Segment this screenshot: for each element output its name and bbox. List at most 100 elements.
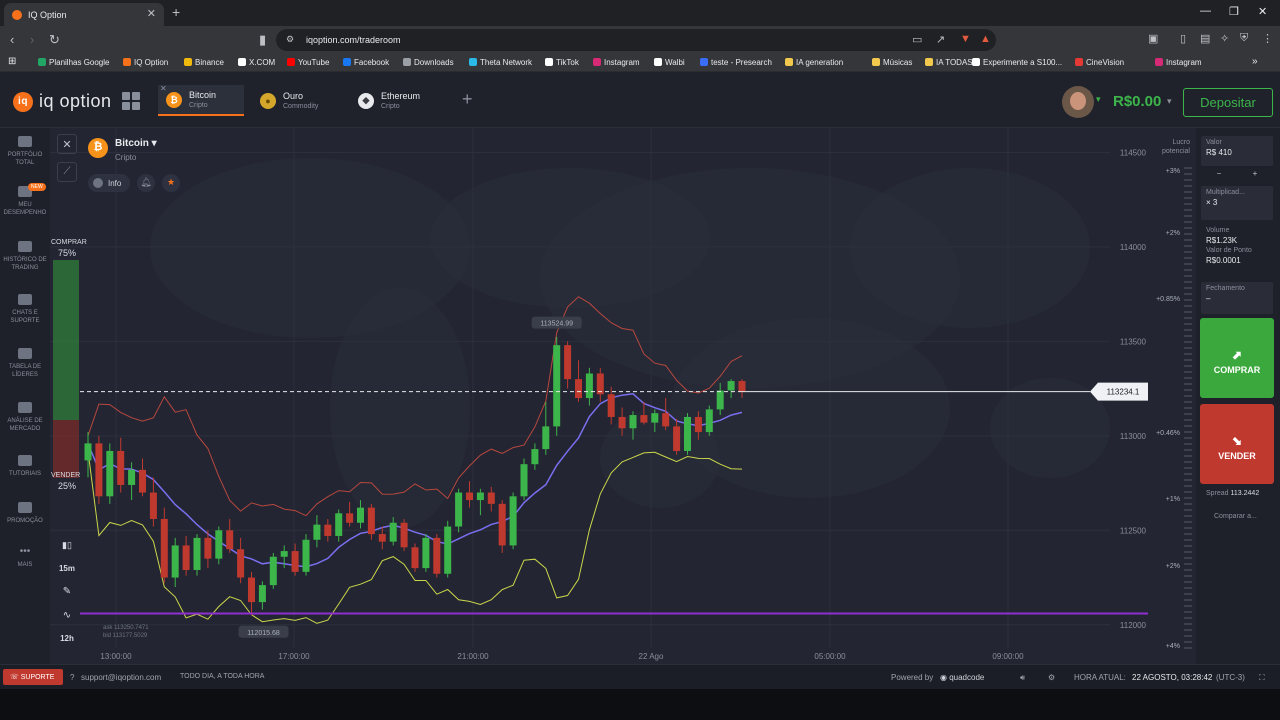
asset-tab-ethereum[interactable]: ◆ Ethereum Cripto (350, 85, 440, 116)
bookmark-label: Facebook (354, 58, 390, 67)
reload-icon[interactable]: ↻ (49, 32, 60, 48)
sidebar-item[interactable]: NEW MEU DESEMPENHO (0, 183, 50, 217)
period-button[interactable]: 12h (57, 634, 77, 643)
sidebar-toggle-icon[interactable]: ▯ (1180, 32, 1186, 45)
candle (662, 413, 670, 427)
sidebar-item[interactable]: TABELA DE LÍDERES (0, 348, 50, 379)
timeframe-button[interactable]: 15m (57, 564, 77, 573)
bookmark-item[interactable]: Instagram (593, 58, 640, 67)
bookmark-item[interactable]: X.COM (238, 58, 275, 67)
bookmark-item[interactable]: YouTube (287, 58, 329, 67)
back-icon[interactable]: ‹ (10, 32, 14, 47)
menu-icon[interactable]: ⋮ (1262, 32, 1273, 45)
url-input[interactable]: ⚙ iqoption.com/traderoom ▭ ↗ ▼ ▲ (276, 29, 996, 51)
tab-close-icon[interactable]: ✕ (147, 7, 156, 20)
bell-icon[interactable]: 🔔︎ (137, 174, 155, 192)
minus-button[interactable]: − (1217, 169, 1222, 179)
window-close-icon[interactable]: ✕ (1258, 5, 1267, 18)
ai-icon[interactable]: ✧ (1220, 32, 1229, 45)
settings-icon[interactable]: ⚙ (1048, 673, 1055, 682)
bookmark-item[interactable]: IA generation (785, 58, 843, 67)
add-asset-button[interactable]: + (462, 89, 473, 110)
plus-button[interactable]: + (1253, 169, 1258, 179)
chart-type-icon[interactable]: ▮▯ (57, 540, 77, 551)
bookmark-icon[interactable]: ▮ (259, 32, 266, 48)
indicator-icon[interactable]: ∿ (57, 610, 77, 621)
sidebar-item[interactable]: ANÁLISE DE MERCADO (0, 402, 50, 433)
apps-grid-icon[interactable]: ⊞ (8, 56, 16, 67)
chart-area[interactable]: 113234.1 113524.99 112015.68 114500 114000 1… (50, 128, 1196, 664)
high-price-label: 113524.99 (540, 321, 573, 328)
sidebar-item[interactable]: CHATS E SUPORTE (0, 294, 50, 325)
share-icon[interactable]: ↗ (936, 33, 945, 46)
price-chart[interactable]: 113234.1 113524.99 112015.68 114500 114000 1… (50, 128, 1196, 664)
maximize-icon[interactable]: ❐ (1229, 5, 1239, 18)
avatar[interactable] (1062, 86, 1094, 118)
asset-tab-bitcoin[interactable]: ✕ ₿ Bitcoin Cripto (158, 84, 244, 116)
url-text: iqoption.com/traderoom (306, 35, 401, 45)
chevron-down-icon[interactable]: ▾ (1096, 94, 1101, 105)
bookmark-item[interactable]: Instagram (1155, 58, 1202, 67)
sidebar-item[interactable]: TUTORIAIS (0, 455, 50, 478)
bookmark-item[interactable]: Planilhas Google (38, 58, 109, 67)
sidebar-item[interactable]: ••• MAIS (0, 546, 50, 569)
bookmark-item[interactable]: Walbi (654, 58, 685, 67)
balance-amount[interactable]: R$0.00 (1113, 93, 1161, 110)
bookmark-item[interactable]: Downloads (403, 58, 454, 67)
deposit-button[interactable]: Depositar (1183, 88, 1273, 117)
balance-chevron-icon[interactable]: ▾ (1167, 96, 1172, 107)
bookmarks-bar: ⊞ » Planilhas Google IQ Option Binance X.CO… (0, 54, 1280, 72)
browser-tab[interactable]: IQ Option ✕ (4, 3, 164, 26)
amount-field[interactable]: Valor R$ 410 (1201, 136, 1273, 166)
extension-brave-icon[interactable]: ▼ (960, 33, 971, 45)
wallet-icon[interactable]: ▤ (1200, 32, 1210, 45)
candle (716, 390, 724, 410)
new-tab-button[interactable]: + (172, 4, 180, 20)
install-icon[interactable]: ▭ (912, 33, 922, 46)
sell-button[interactable]: ⬊ VENDER (1200, 404, 1274, 484)
support-button[interactable]: ☏ SUPORTE (3, 669, 63, 685)
taskbar-strip (0, 689, 1280, 720)
left-sidebar: PORTFÓLIO TOTAL NEW MEU DESEMPENHO HISTÓRIC… (0, 128, 50, 664)
info-button[interactable]: Info (88, 174, 130, 192)
compare-link[interactable]: Comparar a... (1214, 513, 1257, 520)
asset-tab-ouro[interactable]: ● Ouro Commodity (252, 85, 338, 116)
bookmark-item[interactable]: CineVision (1075, 58, 1124, 67)
extension-alert-icon[interactable]: ▲ (980, 33, 991, 45)
fullscreen-icon[interactable]: ⛶ (1259, 673, 1265, 683)
bookmark-item[interactable]: IA TODAS (925, 58, 973, 67)
forward-icon[interactable]: › (30, 32, 34, 47)
extension-icon[interactable]: ▣ (1148, 32, 1158, 45)
bookmark-item[interactable]: Theta Network (469, 58, 532, 67)
bookmark-item[interactable]: teste - Presearch (700, 58, 772, 67)
support-email[interactable]: support@iqoption.com (81, 673, 161, 682)
close-settings-field[interactable]: Fechamento – (1201, 282, 1273, 314)
candle (95, 443, 103, 497)
buy-button[interactable]: ⬈ COMPRAR (1200, 318, 1274, 398)
sidebar-item[interactable]: HISTÓRICO DE TRADING (0, 241, 50, 272)
bookmark-item[interactable]: Binance (184, 58, 224, 67)
asset-tab-type: Cripto (381, 103, 400, 110)
bookmark-item[interactable]: Facebook (343, 58, 389, 67)
volume-icon[interactable]: 🔊︎ (1020, 673, 1025, 683)
pin-icon[interactable]: ⟋ (57, 162, 77, 182)
site-info-icon[interactable]: ⚙ (286, 34, 294, 45)
sidebar-item[interactable]: PORTFÓLIO TOTAL (0, 136, 50, 167)
shield-icon[interactable]: ⛨ (1240, 32, 1248, 45)
asset-grid-button[interactable] (122, 92, 140, 110)
bookmark-item[interactable]: TikTok (545, 58, 579, 67)
iqoption-logo[interactable]: iq iq option (13, 91, 112, 112)
minimize-icon[interactable]: — (1200, 5, 1211, 17)
more-bookmarks-icon[interactable]: » (1252, 56, 1258, 67)
asset-selector[interactable]: ₿ Bitcoin ▾ Cripto (88, 138, 157, 162)
close-chart-button[interactable]: ✕ (57, 134, 77, 154)
draw-tool-icon[interactable]: ✎ (57, 586, 77, 597)
bookmark-item[interactable]: Músicas (872, 58, 912, 67)
star-icon[interactable]: ★ (162, 174, 180, 192)
close-tab-icon[interactable]: ✕ (160, 84, 167, 93)
sidebar-item[interactable]: PROMOÇÃO (0, 502, 50, 525)
bookmark-item[interactable]: Experimente a S100... (972, 58, 1062, 67)
bitcoin-icon: ₿ (88, 138, 108, 158)
multiplier-field[interactable]: Multiplicad... × 3 (1201, 186, 1273, 220)
bookmark-item[interactable]: IQ Option (123, 58, 168, 67)
